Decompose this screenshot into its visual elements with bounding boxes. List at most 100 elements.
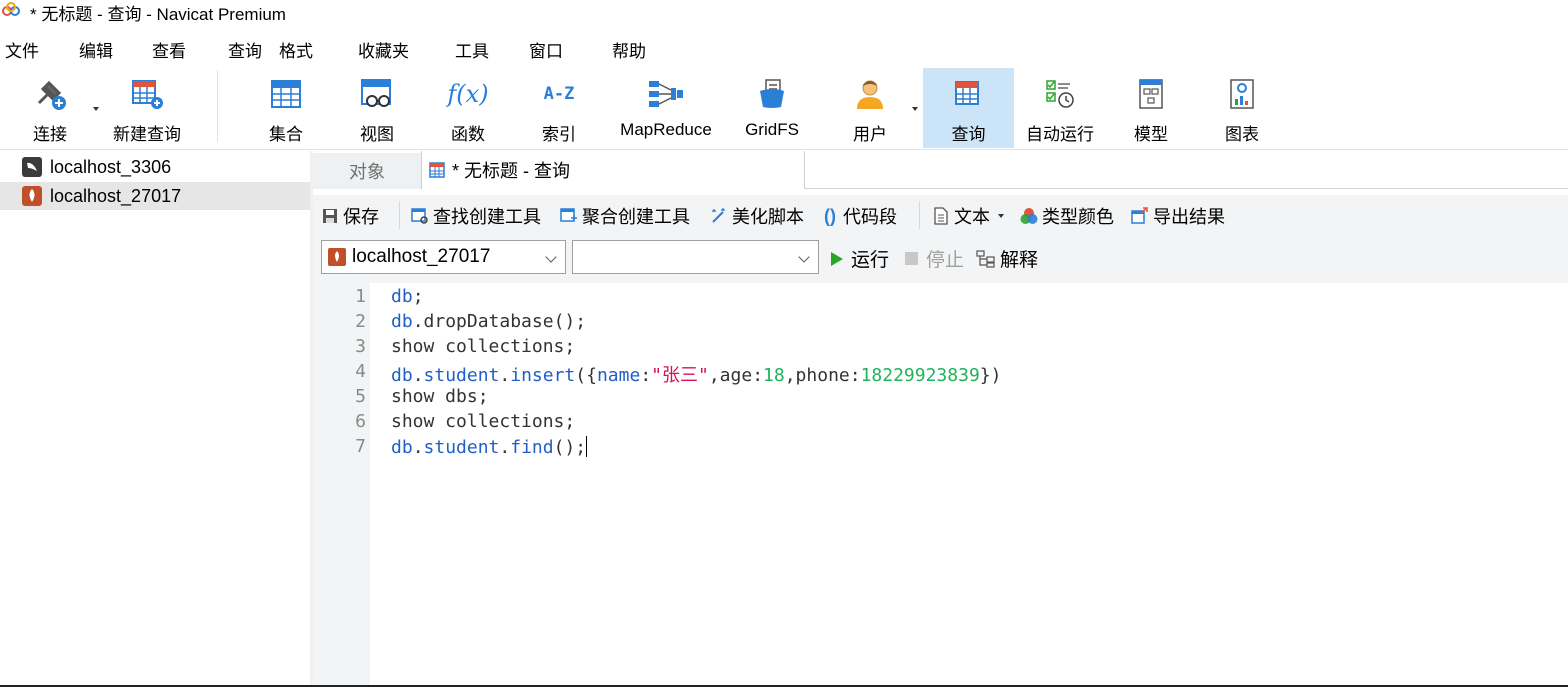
stop-button[interactable]: 停止 <box>905 245 964 272</box>
query-editor[interactable]: 1 2 3 4 5 6 7 db; db.dropDatabase(); sho… <box>313 283 1568 685</box>
explain-button[interactable]: 解释 <box>976 245 1038 272</box>
code-token: db <box>391 365 413 386</box>
function-label: 函数 <box>451 125 485 144</box>
code-token: . <box>499 437 511 458</box>
index-button[interactable]: A-Z 索引 <box>522 68 596 148</box>
model-icon <box>1131 74 1171 114</box>
code-token: ; <box>412 286 424 307</box>
line-number: 2 <box>355 311 366 332</box>
mapreduce-icon <box>646 74 686 114</box>
save-label: 保存 <box>343 207 379 227</box>
text-button[interactable]: 文本 <box>932 203 1004 229</box>
aggregate-builder-button[interactable]: 聚合创建工具 <box>560 203 690 229</box>
menu-view[interactable]: 查看 <box>152 37 186 62</box>
query-tab-icon <box>428 160 448 180</box>
menu-format[interactable]: 格式 <box>279 37 313 62</box>
run-button[interactable]: 运行 <box>831 245 889 272</box>
chart-icon <box>1222 74 1262 114</box>
type-color-button[interactable]: 类型颜色 <box>1020 203 1114 229</box>
text-caret <box>586 436 588 457</box>
export-result-button[interactable]: 导出结果 <box>1131 203 1225 229</box>
snippet-button[interactable]: () 代码段 <box>821 203 897 229</box>
run-label: 运行 <box>851 250 890 271</box>
aggregate-builder-label: 聚合创建工具 <box>582 207 690 227</box>
text-dropdown-icon[interactable] <box>998 214 1004 218</box>
beautify-button[interactable]: 美化脚本 <box>710 203 804 229</box>
user-button[interactable]: 用户 <box>832 68 908 148</box>
save-icon <box>321 207 339 225</box>
tab-objects[interactable]: 对象 <box>313 153 421 189</box>
line-number: 7 <box>355 436 366 457</box>
model-label: 模型 <box>1134 125 1168 144</box>
code-token: show collections; <box>391 411 576 432</box>
code-token: name <box>596 365 641 386</box>
query-button[interactable]: 查询 <box>923 68 1014 148</box>
connection-item-mongodb[interactable]: localhost_27017 <box>0 182 310 210</box>
code-token: db <box>391 286 413 307</box>
menu-window[interactable]: 窗口 <box>529 37 563 62</box>
menu-query[interactable]: 查询 <box>228 37 262 62</box>
menu-file[interactable]: 文件 <box>5 37 39 62</box>
user-label: 用户 <box>853 125 887 144</box>
model-button[interactable]: 模型 <box>1114 68 1188 148</box>
code-token: (); <box>553 437 587 458</box>
connection-select-value: localhost_27017 <box>352 246 491 267</box>
view-glasses-icon <box>357 74 397 114</box>
code-token: insert <box>510 365 576 386</box>
query-label: 查询 <box>951 125 986 144</box>
chevron-down-icon <box>545 251 557 263</box>
connection-select[interactable]: localhost_27017 <box>321 240 566 274</box>
code-token: }) <box>979 365 1002 386</box>
chart-button[interactable]: 图表 <box>1205 68 1279 148</box>
menu-edit[interactable]: 编辑 <box>79 37 113 62</box>
code-token: . <box>499 365 511 386</box>
mysql-dolphin-icon <box>22 157 42 177</box>
code-token: db <box>391 311 413 332</box>
mongodb-leaf-icon <box>328 248 346 266</box>
menu-help[interactable]: 帮助 <box>612 37 646 62</box>
function-button[interactable]: f(x) 函数 <box>431 68 505 148</box>
mapreduce-button[interactable]: MapReduce <box>608 68 724 148</box>
menu-tools[interactable]: 工具 <box>455 37 489 62</box>
code-token: ({ <box>575 365 597 386</box>
code-token: : <box>640 365 652 386</box>
stop-icon <box>905 252 918 265</box>
line-number: 1 <box>355 286 366 307</box>
code-token: .dropDatabase(); <box>412 311 587 332</box>
line-number: 5 <box>355 386 366 407</box>
main-toolbar: 连接 新建查询 集合 视图 f(x) 函数 A-Z 索引 MapReduce G… <box>0 66 1568 150</box>
connect-dropdown-icon[interactable] <box>93 107 99 111</box>
automation-label: 自动运行 <box>1026 125 1094 144</box>
code-token: "张三" <box>651 365 709 386</box>
gridfs-bucket-icon <box>752 74 792 114</box>
tab-query[interactable]: * 无标题 - 查询 <box>421 151 805 189</box>
line-number-gutter: 1 2 3 4 5 6 7 <box>313 283 370 685</box>
snippet-parens-icon: () <box>824 205 836 226</box>
user-icon <box>850 74 890 114</box>
explain-label: 解释 <box>1000 250 1039 271</box>
gridfs-button[interactable]: GridFS <box>736 68 808 148</box>
code-token: show collections; <box>391 336 576 357</box>
menu-bar: 文件 编辑 查看 查询 格式 收藏夹 工具 窗口 帮助 <box>0 32 1568 64</box>
user-dropdown-icon[interactable] <box>912 107 918 111</box>
menu-favorites[interactable]: 收藏夹 <box>358 37 409 62</box>
view-label: 视图 <box>360 125 394 144</box>
play-icon <box>831 251 843 266</box>
code-token: ,age: <box>708 365 764 386</box>
new-query-button[interactable]: 新建查询 <box>104 68 190 148</box>
save-button[interactable]: 保存 <box>321 203 379 229</box>
connect-button[interactable]: 连接 <box>14 68 86 148</box>
collection-label: 集合 <box>269 125 303 144</box>
automation-button[interactable]: 自动运行 <box>1018 68 1102 148</box>
text-document-icon <box>932 207 950 225</box>
database-select[interactable] <box>572 240 819 274</box>
code-line: db.student.find(); <box>391 436 588 458</box>
new-query-label: 新建查询 <box>113 125 181 144</box>
code-line: db; <box>391 286 424 307</box>
code-token: . <box>412 437 424 458</box>
find-builder-button[interactable]: 查找创建工具 <box>411 203 541 229</box>
tab-query-label: * 无标题 - 查询 <box>452 161 571 181</box>
view-button[interactable]: 视图 <box>340 68 414 148</box>
connection-item-mysql[interactable]: localhost_3306 <box>0 153 310 181</box>
collection-button[interactable]: 集合 <box>248 68 324 148</box>
